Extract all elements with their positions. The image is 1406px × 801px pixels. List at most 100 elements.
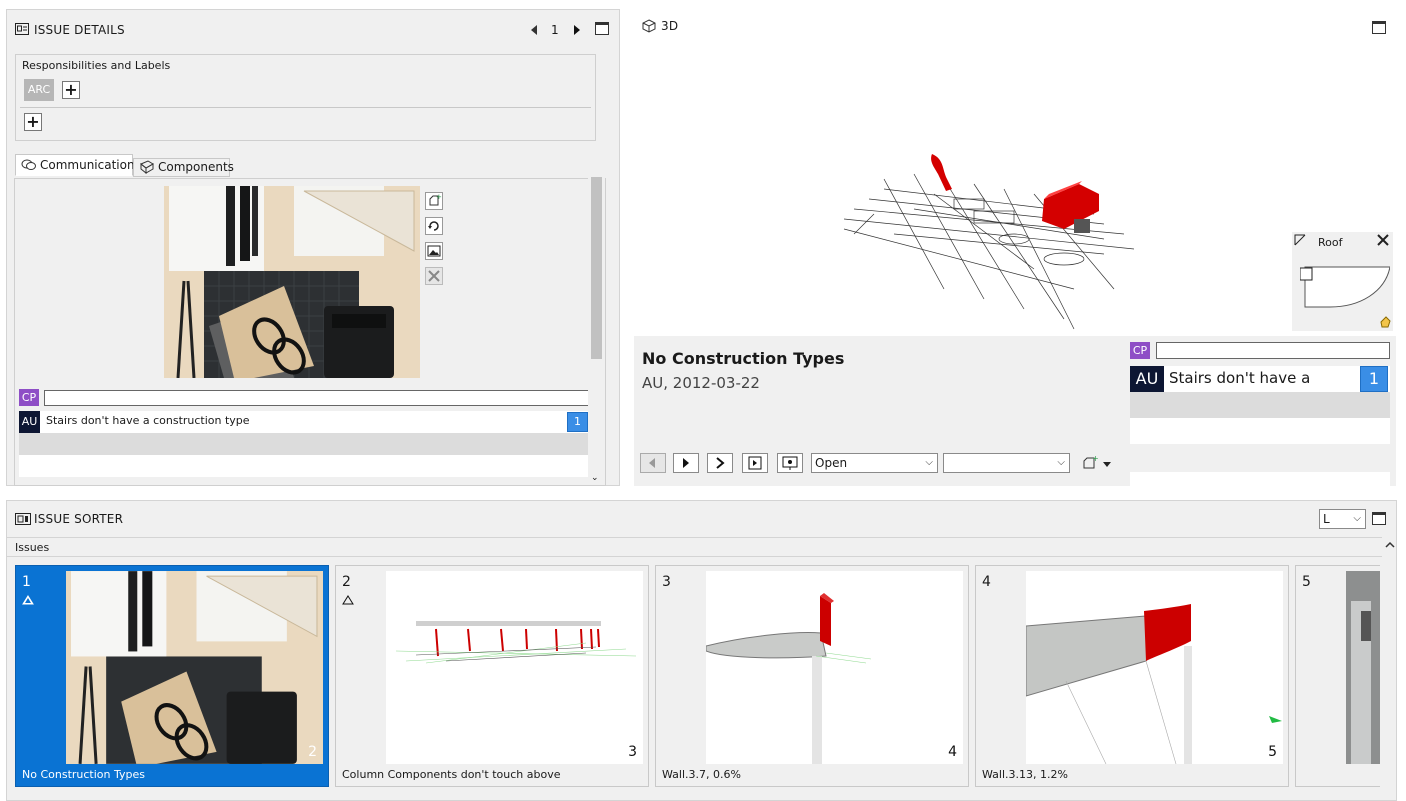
issue-sorter-icon <box>15 513 31 528</box>
issue-card-thumbnail: 4 <box>706 571 963 764</box>
communication-area: + CP AU Stairs don't have a construction… <box>14 147 606 486</box>
scroll-up-icon[interactable] <box>1385 539 1395 553</box>
image-icon[interactable] <box>425 242 443 260</box>
3d-cube-icon <box>642 19 656 36</box>
close-roof-icon[interactable] <box>1376 233 1390 250</box>
issue-card[interactable]: 1 2 No Construction Types <box>15 565 329 787</box>
au-tag: AU <box>1130 366 1164 392</box>
issue-card-thumbnail <box>1346 571 1380 764</box>
svg-text:+: + <box>436 193 442 201</box>
3d-model-wireframe[interactable] <box>834 139 1144 339</box>
issue-card[interactable]: 5 <box>1295 565 1380 787</box>
cursor-hand-icon <box>1379 316 1391 331</box>
issue-title: No Construction Types <box>642 349 845 368</box>
comment-row-empty <box>1130 392 1390 418</box>
comment-row-empty <box>19 433 590 455</box>
components-icon <box>139 160 155 179</box>
issue-card-caption: Wall.3.13, 1.2% <box>982 768 1068 781</box>
issue-card-count: 5 <box>1268 744 1277 760</box>
warning-triangle-icon <box>342 594 354 605</box>
maximize-3d-button[interactable] <box>1372 21 1386 34</box>
responsibilities-label: Responsibilities and Labels <box>22 59 171 72</box>
issue-card-count: 3 <box>628 744 637 760</box>
issue-photo <box>164 186 420 378</box>
chevron-down-icon: ⌵ <box>1057 457 1065 468</box>
presentation-button[interactable] <box>777 453 803 473</box>
chevron-down-icon: ⌵ <box>925 457 933 468</box>
add-responsibility-button[interactable]: + <box>62 81 80 99</box>
thumbnail-size-select[interactable]: L ⌵ <box>1319 509 1366 529</box>
roof-shape <box>1300 266 1390 308</box>
3d-view-panel[interactable]: 3D Roof <box>634 9 1396 336</box>
issue-card-count: 4 <box>948 744 957 760</box>
arc-label-tag[interactable]: ARC <box>24 79 54 101</box>
roof-preview-box: Roof <box>1292 232 1393 331</box>
maximize-sorter-button[interactable] <box>1372 512 1386 525</box>
issue-card[interactable]: 3 4 Wall.3.7, 0.6% <box>655 565 969 787</box>
status-select-value: Open <box>815 456 848 470</box>
status-select[interactable]: Open ⌵ <box>811 453 938 473</box>
issue-card-caption: Wall.3.7, 0.6% <box>662 768 741 781</box>
issues-header-bar: Issues <box>7 537 1382 557</box>
cp-tag: CP <box>1130 342 1150 359</box>
responsibilities-box: Responsibilities and Labels ARC + + <box>15 54 596 141</box>
comment-input[interactable] <box>1156 342 1390 359</box>
issue-card-number: 1 <box>22 574 31 590</box>
issue-card[interactable]: 4 5 Wall.3.13, 1.2% <box>975 565 1289 787</box>
issue-sorter-panel: ISSUE SORTER L ⌵ Issues 1 2 No Construct… <box>6 500 1397 801</box>
issue-meta: AU, 2012-03-22 <box>642 374 760 392</box>
next-button[interactable] <box>707 453 733 473</box>
previous-button[interactable] <box>640 453 666 473</box>
issues-label: Issues <box>15 541 50 554</box>
issue-card-number: 2 <box>342 574 351 590</box>
comment-count-badge: 1 <box>1360 366 1388 392</box>
add-snapshot-icon[interactable]: + <box>425 192 443 210</box>
issue-card-number: 3 <box>662 574 671 590</box>
play-button[interactable] <box>673 453 699 473</box>
issue-card-caption: Column Components don't touch above <box>342 768 561 781</box>
comment-row[interactable]: AU Stairs don't have a 1 <box>1130 366 1390 392</box>
comment-input[interactable] <box>44 390 590 406</box>
tab-components-label: Components <box>158 160 234 174</box>
comment-text: Stairs don't have a <box>1169 369 1311 387</box>
chevron-down-icon: ⌵ <box>1353 513 1361 524</box>
comment-row-blank <box>1130 418 1390 444</box>
tab-communication[interactable]: Communication <box>15 154 135 178</box>
issue-card[interactable]: 2 3 Column Components don't touch above <box>335 565 649 787</box>
comment-row[interactable]: AU Stairs don't have a construction type… <box>19 411 590 433</box>
au-tag: AU <box>19 411 40 433</box>
warning-triangle-icon <box>22 594 34 605</box>
scrollbar-thumb[interactable] <box>591 177 602 359</box>
previous-issue-icon[interactable] <box>529 24 539 39</box>
comment-row-blank <box>1130 472 1390 486</box>
maximize-details-button[interactable] <box>595 22 609 35</box>
comment-text: Stairs don't have a construction type <box>46 414 250 427</box>
corner-icon <box>1294 234 1306 249</box>
refresh-icon[interactable] <box>425 217 443 235</box>
details-scrollbar[interactable]: ⌄ <box>588 147 605 485</box>
issue-card-thumbnail: 2 <box>66 571 323 764</box>
tab-communication-label: Communication <box>40 158 135 172</box>
communication-icon <box>21 158 37 178</box>
cp-tag: CP <box>19 389 39 406</box>
slideshow-button[interactable] <box>742 453 768 473</box>
svg-text:+: + <box>1092 455 1099 463</box>
issue-card-count: 2 <box>308 744 317 760</box>
scroll-down-icon[interactable]: ⌄ <box>591 473 599 483</box>
next-issue-icon[interactable] <box>572 24 582 39</box>
comment-row-blank <box>19 455 590 477</box>
issue-sorter-title: ISSUE SORTER <box>34 512 124 526</box>
issue-details-panel: ISSUE DETAILS 1 Responsibilities and Lab… <box>6 9 620 486</box>
tab-components[interactable]: Components <box>133 158 234 179</box>
issue-details-title: ISSUE DETAILS <box>34 23 125 37</box>
divider <box>20 107 591 108</box>
3d-view-title: 3D <box>661 19 679 33</box>
issue-card-number: 4 <box>982 574 991 590</box>
add-snapshot-menu-icon[interactable]: + <box>1081 454 1113 474</box>
secondary-select[interactable]: ⌵ <box>943 453 1070 473</box>
issue-card-number: 5 <box>1302 574 1311 590</box>
delete-icon[interactable] <box>425 267 443 285</box>
issue-card-thumbnail: 3 <box>386 571 643 764</box>
comment-count-badge: 1 <box>567 412 588 432</box>
add-label-button[interactable]: + <box>24 113 42 131</box>
